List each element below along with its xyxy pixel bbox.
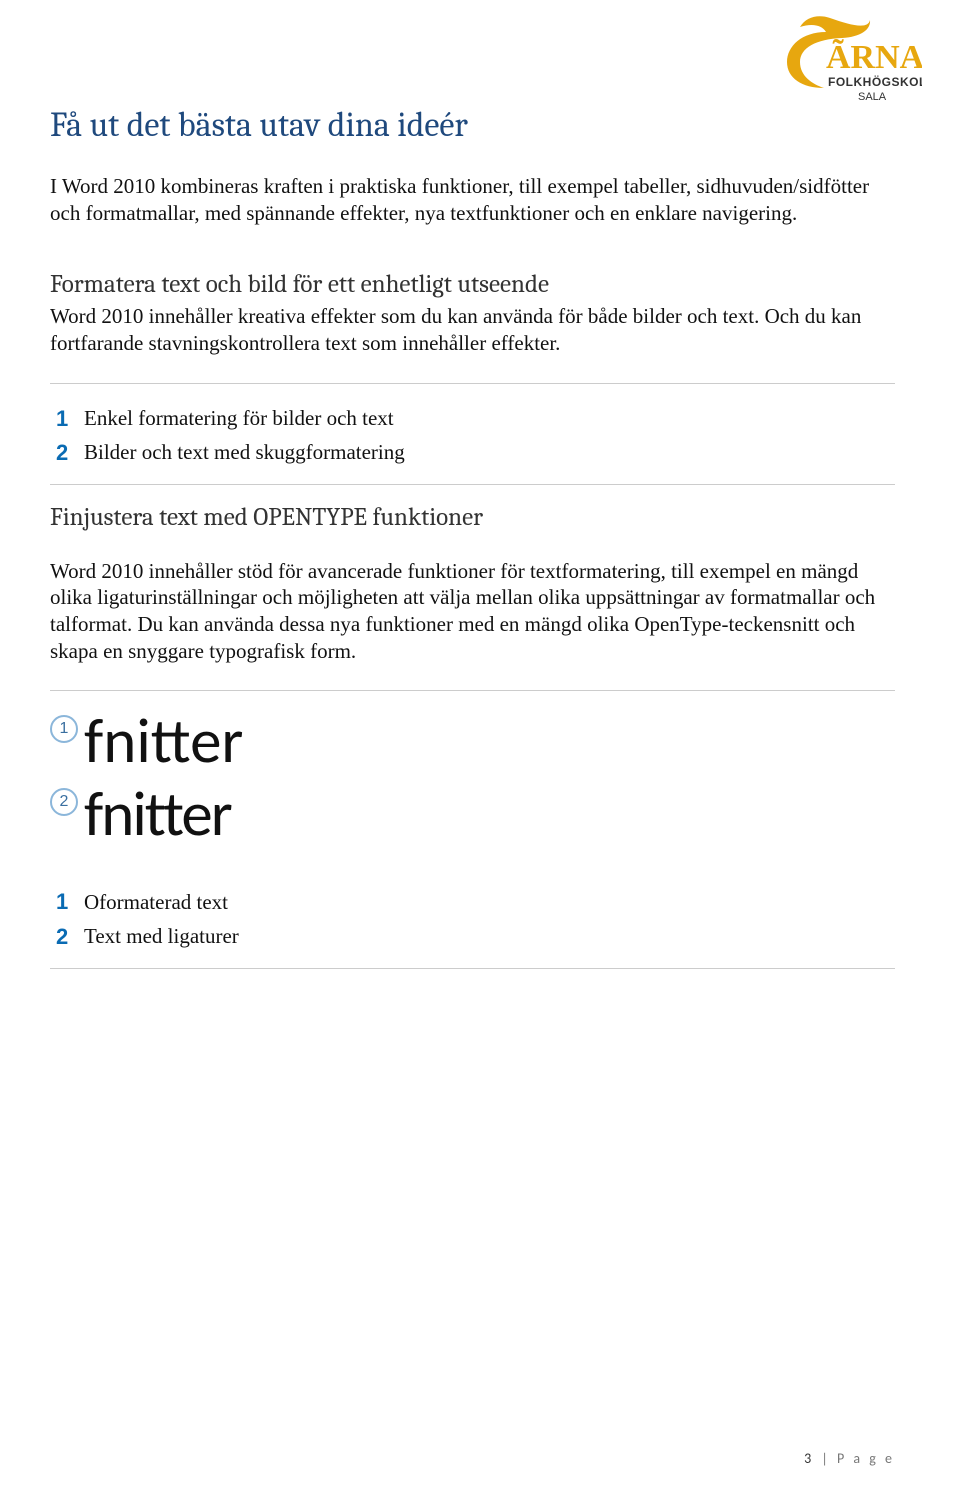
example-word-ligature: fnitter bbox=[84, 782, 231, 845]
example-row: 2 fnitter bbox=[50, 782, 895, 845]
list-number-icon: 2 bbox=[56, 436, 72, 470]
example-word-plain: fnitter bbox=[84, 709, 243, 772]
section2-legend: 1 Oformaterad text 2 Text med ligaturer bbox=[56, 885, 895, 953]
list-number-icon: 1 bbox=[56, 885, 72, 919]
list-item: 1 Enkel formatering för bilder och text bbox=[56, 402, 895, 436]
section1-body: Word 2010 innehåller kreativa effekter s… bbox=[50, 303, 895, 356]
list-item: 2 Text med ligaturer bbox=[56, 920, 895, 954]
list-item-label: Oformaterad text bbox=[84, 886, 228, 919]
ligature-example: 1 fnitter 2 fnitter bbox=[50, 709, 895, 845]
section1-heading: Formatera text och bild för ett enhetlig… bbox=[50, 270, 895, 299]
callout-number-icon: 1 bbox=[50, 715, 78, 743]
callout-number-icon: 2 bbox=[50, 788, 78, 816]
section2-body: Word 2010 innehåller stöd för avancerade… bbox=[50, 558, 895, 665]
page-title: Få ut det bästa utav dina ideér bbox=[50, 105, 895, 145]
list-item-label: Enkel formatering för bilder och text bbox=[84, 402, 394, 435]
divider bbox=[50, 484, 895, 485]
list-number-icon: 2 bbox=[56, 920, 72, 954]
page-footer: 3 | P a g e bbox=[804, 1450, 895, 1467]
section1-list: 1 Enkel formatering för bilder och text … bbox=[56, 402, 895, 470]
list-item-label: Text med ligaturer bbox=[84, 920, 239, 953]
example-row: 1 fnitter bbox=[50, 709, 895, 772]
list-item: 2 Bilder och text med skuggformatering bbox=[56, 436, 895, 470]
section2-heading: Finjustera text med OPENTYPE funktioner bbox=[50, 503, 895, 532]
page-label: P a g e bbox=[837, 1450, 895, 1467]
divider bbox=[50, 968, 895, 969]
list-item: 1 Oformaterad text bbox=[56, 885, 895, 919]
svg-text:SALA: SALA bbox=[858, 91, 887, 103]
logo: ÃRNA FOLKHÖGSKOLA SALA bbox=[742, 12, 922, 108]
list-item-label: Bilder och text med skuggformatering bbox=[84, 436, 405, 469]
svg-text:FOLKHÖGSKOLA: FOLKHÖGSKOLA bbox=[828, 74, 922, 89]
page-number: 3 bbox=[804, 1450, 811, 1467]
intro-paragraph: I Word 2010 kombineras kraften i praktis… bbox=[50, 173, 895, 226]
list-number-icon: 1 bbox=[56, 402, 72, 436]
svg-text:ÃRNA: ÃRNA bbox=[826, 39, 922, 76]
divider bbox=[50, 690, 895, 691]
divider bbox=[50, 383, 895, 384]
page-separator: | bbox=[821, 1450, 830, 1467]
